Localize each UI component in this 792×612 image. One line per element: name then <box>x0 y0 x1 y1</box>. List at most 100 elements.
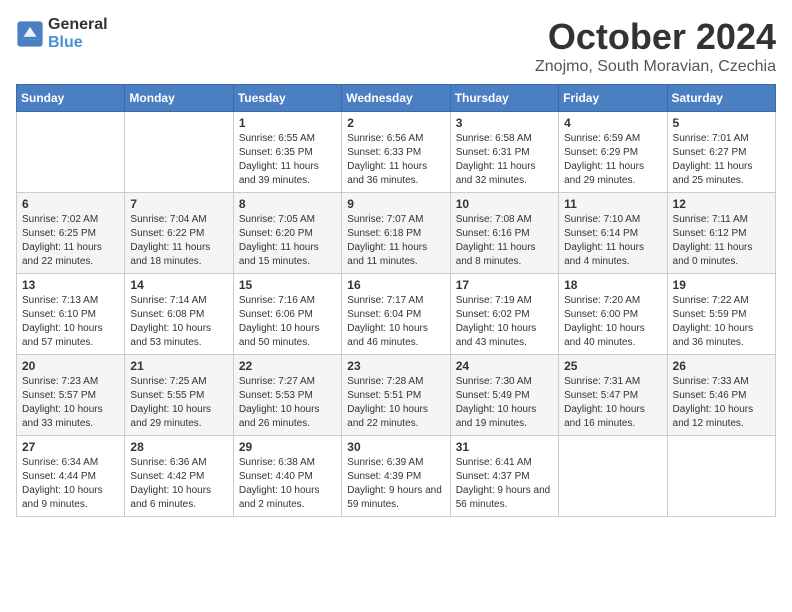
day-info: Sunrise: 7:27 AMSunset: 5:53 PMDaylight:… <box>239 375 336 431</box>
calendar-cell: 11 Sunrise: 7:10 AMSunset: 6:14 PMDayligh… <box>559 193 667 274</box>
day-number: 23 <box>347 359 444 373</box>
day-info: Sunrise: 7:05 AMSunset: 6:20 PMDaylight:… <box>239 213 336 269</box>
day-info: Sunrise: 7:23 AMSunset: 5:57 PMDaylight:… <box>22 375 119 431</box>
calendar-cell: 14Sunrise: 7:14 AMSunset: 6:08 PMDayligh… <box>125 274 233 355</box>
day-info: Sunrise: 7:28 AMSunset: 5:51 PMDaylight:… <box>347 375 444 431</box>
calendar-cell: 1Sunrise: 6:55 AMSunset: 6:35 PMDaylight… <box>233 112 341 193</box>
day-info: Sunrise: 7:01 AMSunset: 6:27 PMDaylight:… <box>673 132 770 188</box>
calendar-cell: 21Sunrise: 7:25 AMSunset: 5:55 PMDayligh… <box>125 355 233 436</box>
weekday-header: Thursday <box>450 85 558 112</box>
day-info: Sunrise: 6:34 AMSunset: 4:44 PMDaylight:… <box>22 456 119 512</box>
day-number: 8 <box>239 197 336 211</box>
day-number: 20 <box>22 359 119 373</box>
calendar-cell <box>559 436 667 517</box>
calendar-cell: 24 Sunrise: 7:30 AMSunset: 5:49 PMDayligh… <box>450 355 558 436</box>
day-info: Sunrise: 6:41 AMSunset: 4:37 PMDaylight:… <box>456 456 553 512</box>
day-info: Sunrise: 7:30 AMSunset: 5:49 PMDaylight:… <box>456 375 553 431</box>
calendar-cell: 2 Sunrise: 6:56 AMSunset: 6:33 PMDaylight… <box>342 112 450 193</box>
calendar-cell <box>125 112 233 193</box>
day-number: 29 <box>239 440 336 454</box>
location: Znojmo, South Moravian, Czechia <box>535 58 776 76</box>
day-number: 25 <box>564 359 661 373</box>
day-number: 4 <box>564 116 661 130</box>
day-info: Sunrise: 7:07 AMSunset: 6:18 PMDaylight:… <box>347 213 444 269</box>
calendar: SundayMondayTuesdayWednesdayThursdayFrid… <box>16 84 776 517</box>
calendar-cell <box>17 112 125 193</box>
calendar-cell: 23 Sunrise: 7:28 AMSunset: 5:51 PMDayligh… <box>342 355 450 436</box>
day-info: Sunrise: 7:31 AMSunset: 5:47 PMDaylight:… <box>564 375 661 431</box>
day-number: 11 <box>564 197 661 211</box>
logo-blue: Blue <box>48 34 108 52</box>
day-info: Sunrise: 7:16 AMSunset: 6:06 PMDaylight:… <box>239 294 336 350</box>
day-number: 24 <box>456 359 553 373</box>
calendar-body: 1Sunrise: 6:55 AMSunset: 6:35 PMDaylight… <box>17 112 776 517</box>
weekday-row: SundayMondayTuesdayWednesdayThursdayFrid… <box>17 85 776 112</box>
day-number: 19 <box>673 278 770 292</box>
day-number: 9 <box>347 197 444 211</box>
day-info: Sunrise: 6:59 AMSunset: 6:29 PMDaylight:… <box>564 132 661 188</box>
logo-text: General Blue <box>48 16 108 51</box>
weekday-header: Friday <box>559 85 667 112</box>
day-info: Sunrise: 7:17 AMSunset: 6:04 PMDaylight:… <box>347 294 444 350</box>
day-info: Sunrise: 7:08 AMSunset: 6:16 PMDaylight:… <box>456 213 553 269</box>
logo-icon <box>16 20 44 48</box>
day-number: 26 <box>673 359 770 373</box>
day-info: Sunrise: 7:04 AMSunset: 6:22 PMDaylight:… <box>130 213 227 269</box>
calendar-cell: 26Sunrise: 7:33 AMSunset: 5:46 PMDayligh… <box>667 355 775 436</box>
day-number: 5 <box>673 116 770 130</box>
day-info: Sunrise: 6:55 AMSunset: 6:35 PMDaylight:… <box>239 132 336 188</box>
day-number: 18 <box>564 278 661 292</box>
day-number: 6 <box>22 197 119 211</box>
page-header: General Blue October 2024 Znojmo, South … <box>16 16 776 76</box>
calendar-cell: 20 Sunrise: 7:23 AMSunset: 5:57 PMDayligh… <box>17 355 125 436</box>
day-number: 30 <box>347 440 444 454</box>
calendar-week-row: 6 Sunrise: 7:02 AMSunset: 6:25 PMDaylight… <box>17 193 776 274</box>
logo: General Blue <box>16 16 108 51</box>
calendar-cell: 3Sunrise: 6:58 AMSunset: 6:31 PMDaylight… <box>450 112 558 193</box>
day-info: Sunrise: 6:39 AMSunset: 4:39 PMDaylight:… <box>347 456 444 512</box>
calendar-cell: 10 Sunrise: 7:08 AMSunset: 6:16 PMDayligh… <box>450 193 558 274</box>
day-info: Sunrise: 7:19 AMSunset: 6:02 PMDaylight:… <box>456 294 553 350</box>
day-info: Sunrise: 6:38 AMSunset: 4:40 PMDaylight:… <box>239 456 336 512</box>
day-info: Sunrise: 6:36 AMSunset: 4:42 PMDaylight:… <box>130 456 227 512</box>
month-title: October 2024 <box>535 16 776 58</box>
day-info: Sunrise: 7:02 AMSunset: 6:25 PMDaylight:… <box>22 213 119 269</box>
calendar-cell: 19 Sunrise: 7:22 AMSunset: 5:59 PMDayligh… <box>667 274 775 355</box>
calendar-week-row: 27Sunrise: 6:34 AMSunset: 4:44 PMDayligh… <box>17 436 776 517</box>
day-info: Sunrise: 7:13 AMSunset: 6:10 PMDaylight:… <box>22 294 119 350</box>
calendar-cell: 30 Sunrise: 6:39 AMSunset: 4:39 PMDayligh… <box>342 436 450 517</box>
day-info: Sunrise: 6:58 AMSunset: 6:31 PMDaylight:… <box>456 132 553 188</box>
calendar-cell: 12 Sunrise: 7:11 AMSunset: 6:12 PMDayligh… <box>667 193 775 274</box>
calendar-cell: 29 Sunrise: 6:38 AMSunset: 4:40 PMDayligh… <box>233 436 341 517</box>
day-info: Sunrise: 7:20 AMSunset: 6:00 PMDaylight:… <box>564 294 661 350</box>
day-number: 17 <box>456 278 553 292</box>
calendar-cell: 8 Sunrise: 7:05 AMSunset: 6:20 PMDaylight… <box>233 193 341 274</box>
day-number: 13 <box>22 278 119 292</box>
day-number: 10 <box>456 197 553 211</box>
calendar-week-row: 20 Sunrise: 7:23 AMSunset: 5:57 PMDayligh… <box>17 355 776 436</box>
title-block: October 2024 Znojmo, South Moravian, Cze… <box>535 16 776 76</box>
day-number: 22 <box>239 359 336 373</box>
day-info: Sunrise: 6:56 AMSunset: 6:33 PMDaylight:… <box>347 132 444 188</box>
day-info: Sunrise: 7:11 AMSunset: 6:12 PMDaylight:… <box>673 213 770 269</box>
day-number: 7 <box>130 197 227 211</box>
calendar-cell: 31Sunrise: 6:41 AMSunset: 4:37 PMDayligh… <box>450 436 558 517</box>
weekday-header: Monday <box>125 85 233 112</box>
calendar-cell: 22 Sunrise: 7:27 AMSunset: 5:53 PMDayligh… <box>233 355 341 436</box>
calendar-cell: 27Sunrise: 6:34 AMSunset: 4:44 PMDayligh… <box>17 436 125 517</box>
calendar-cell <box>667 436 775 517</box>
calendar-cell: 15 Sunrise: 7:16 AMSunset: 6:06 PMDayligh… <box>233 274 341 355</box>
day-info: Sunrise: 7:22 AMSunset: 5:59 PMDaylight:… <box>673 294 770 350</box>
day-number: 2 <box>347 116 444 130</box>
day-number: 12 <box>673 197 770 211</box>
day-info: Sunrise: 7:10 AMSunset: 6:14 PMDaylight:… <box>564 213 661 269</box>
calendar-cell: 13 Sunrise: 7:13 AMSunset: 6:10 PMDayligh… <box>17 274 125 355</box>
day-number: 28 <box>130 440 227 454</box>
calendar-cell: 6 Sunrise: 7:02 AMSunset: 6:25 PMDaylight… <box>17 193 125 274</box>
day-number: 15 <box>239 278 336 292</box>
day-info: Sunrise: 7:25 AMSunset: 5:55 PMDaylight:… <box>130 375 227 431</box>
calendar-week-row: 1Sunrise: 6:55 AMSunset: 6:35 PMDaylight… <box>17 112 776 193</box>
logo-general: General <box>48 16 108 34</box>
calendar-cell: 25 Sunrise: 7:31 AMSunset: 5:47 PMDayligh… <box>559 355 667 436</box>
calendar-cell: 18 Sunrise: 7:20 AMSunset: 6:00 PMDayligh… <box>559 274 667 355</box>
